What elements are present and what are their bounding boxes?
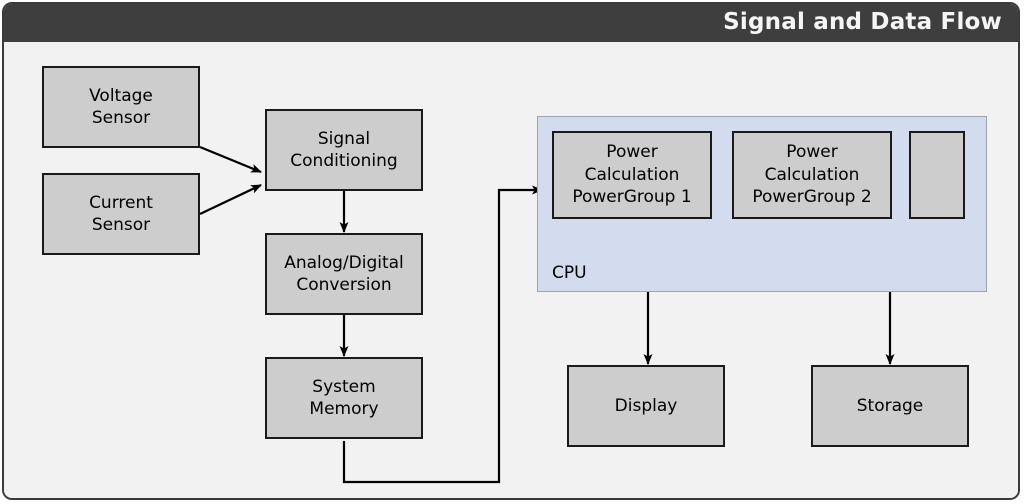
title-bar: Signal and Data Flow — [4, 4, 1018, 42]
node-analog-digital-conversion[interactable]: Analog/Digital Conversion — [265, 233, 423, 315]
edge-current-to-conditioning — [199, 184, 262, 215]
node-display[interactable]: Display — [567, 365, 725, 447]
node-voltage-sensor[interactable]: Voltage Sensor — [42, 66, 200, 148]
group-cpu-label: CPU — [552, 263, 587, 283]
node-power-calculation-empty[interactable] — [909, 131, 965, 219]
node-current-sensor[interactable]: Current Sensor — [42, 173, 200, 255]
node-power-calculation-powergroup-2[interactable]: Power Calculation PowerGroup 2 — [732, 131, 892, 219]
node-power-calculation-powergroup-1[interactable]: Power Calculation PowerGroup 1 — [552, 131, 712, 219]
window-frame: Signal and Data Flow Voltage Sensor Curr… — [2, 2, 1020, 500]
diagram-canvas: Voltage Sensor Current Sensor Signal Con… — [4, 42, 1018, 498]
node-storage[interactable]: Storage — [811, 365, 969, 447]
edge-voltage-to-conditioning — [199, 145, 262, 174]
group-cpu[interactable]: Power Calculation PowerGroup 1 Power Cal… — [537, 116, 987, 292]
node-system-memory[interactable]: System Memory — [265, 357, 423, 439]
page-title: Signal and Data Flow — [723, 9, 1002, 35]
node-signal-conditioning[interactable]: Signal Conditioning — [265, 109, 423, 191]
screenshot-root: Signal and Data Flow Voltage Sensor Curr… — [0, 0, 1024, 504]
